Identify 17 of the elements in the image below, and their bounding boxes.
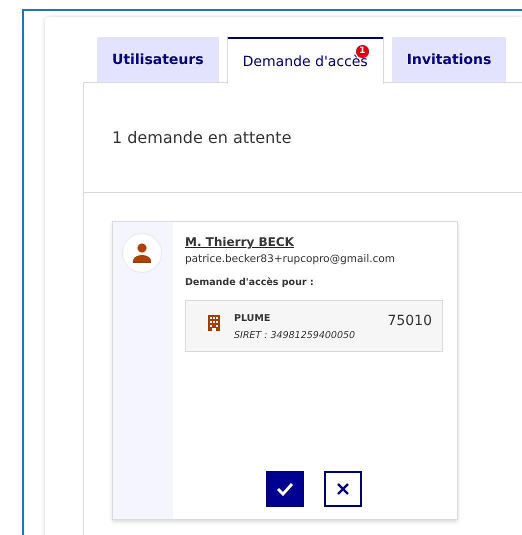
siret-number: SIRET : 34981259400050 <box>234 330 356 341</box>
pending-count: 1 demande en attente <box>112 128 292 147</box>
user-name-link[interactable]: M. Thierry BECK <box>185 235 294 249</box>
postcode: 75010 <box>387 313 432 329</box>
close-icon <box>337 483 349 495</box>
building-icon <box>208 315 220 331</box>
person-icon <box>133 243 151 263</box>
notification-badge: 1 <box>356 45 369 58</box>
organization-name: PLUME <box>234 313 272 324</box>
tab[interactable]: Utilisateurs <box>97 37 219 82</box>
access-label: Demande d'accès pour : <box>185 277 315 288</box>
reject-button[interactable] <box>324 471 362 507</box>
checkmark-icon <box>276 482 294 496</box>
accept-button[interactable] <box>266 471 304 507</box>
tab[interactable]: Demande d'accès 1 <box>226 37 384 84</box>
user-email: patrice.becker83+rupcopro@gmail.com <box>185 253 396 265</box>
tab[interactable]: Invitations <box>392 37 506 82</box>
